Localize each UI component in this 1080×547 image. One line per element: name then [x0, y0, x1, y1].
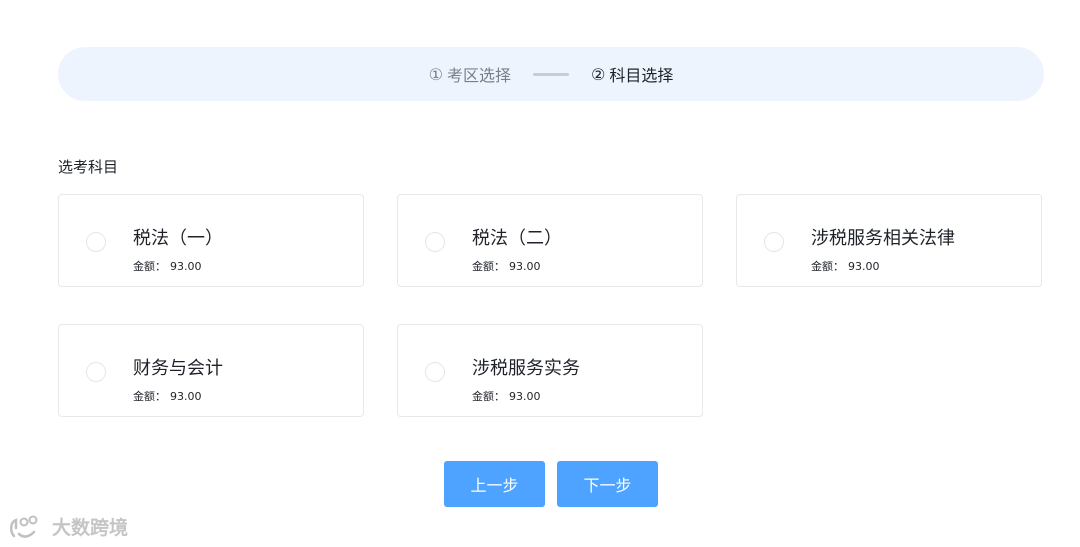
subject-card-tax-service-practice[interactable]: 涉税服务实务 金额： 93.00: [397, 324, 703, 417]
subject-card-tax-law-1[interactable]: 税法（一） 金额： 93.00: [58, 194, 364, 287]
step-exam-area: ① 考区选择: [429, 62, 511, 86]
subject-radio[interactable]: [425, 232, 445, 252]
price-label: 金额：: [133, 390, 166, 403]
subject-radio[interactable]: [86, 362, 106, 382]
subject-radio[interactable]: [86, 232, 106, 252]
price-label: 金额：: [472, 390, 505, 403]
subject-name: 税法（二）: [472, 228, 562, 249]
next-step-button[interactable]: 下一步: [557, 461, 658, 507]
subject-radio[interactable]: [425, 362, 445, 382]
section-title: 选考科目: [58, 158, 119, 176]
subject-price: 金额： 93.00: [472, 258, 541, 274]
step-number-1: ①: [428, 64, 443, 84]
subject-card-tax-related-law[interactable]: 涉税服务相关法律 金额： 93.00: [736, 194, 1042, 287]
subject-price: 金额： 93.00: [811, 258, 880, 274]
watermark-logo-icon: [10, 515, 38, 538]
subject-name: 税法（一）: [133, 228, 223, 249]
subject-card-tax-law-2[interactable]: 税法（二） 金额： 93.00: [397, 194, 703, 287]
price-label: 金额：: [133, 260, 166, 273]
step-number-2: ②: [591, 64, 606, 84]
subject-name: 涉税服务实务: [472, 358, 580, 379]
price-value: 93.00: [170, 390, 202, 403]
subject-price: 金额： 93.00: [472, 388, 541, 404]
price-value: 93.00: [848, 260, 880, 273]
step-subject: ② 科目选择: [591, 62, 673, 86]
step-connector: [533, 72, 569, 76]
price-label: 金额：: [472, 260, 505, 273]
subject-name: 涉税服务相关法律: [811, 228, 955, 249]
subject-name: 财务与会计: [133, 358, 223, 379]
subject-card-finance-accounting[interactable]: 财务与会计 金额： 93.00: [58, 324, 364, 417]
prev-step-button[interactable]: 上一步: [444, 461, 545, 507]
price-value: 93.00: [170, 260, 202, 273]
subject-price: 金额： 93.00: [133, 258, 202, 274]
watermark-text: 大数跨境: [52, 517, 129, 539]
watermark: 大数跨境: [8, 513, 128, 540]
price-value: 93.00: [509, 390, 541, 403]
step-progress-bar: ① 考区选择 ② 科目选择: [58, 47, 1044, 101]
subject-radio[interactable]: [764, 232, 784, 252]
price-value: 93.00: [509, 260, 541, 273]
subject-price: 金额： 93.00: [133, 388, 202, 404]
step-label-exam-area: 考区选择: [446, 66, 511, 85]
price-label: 金额：: [811, 260, 844, 273]
step-label-subject: 科目选择: [609, 66, 674, 85]
